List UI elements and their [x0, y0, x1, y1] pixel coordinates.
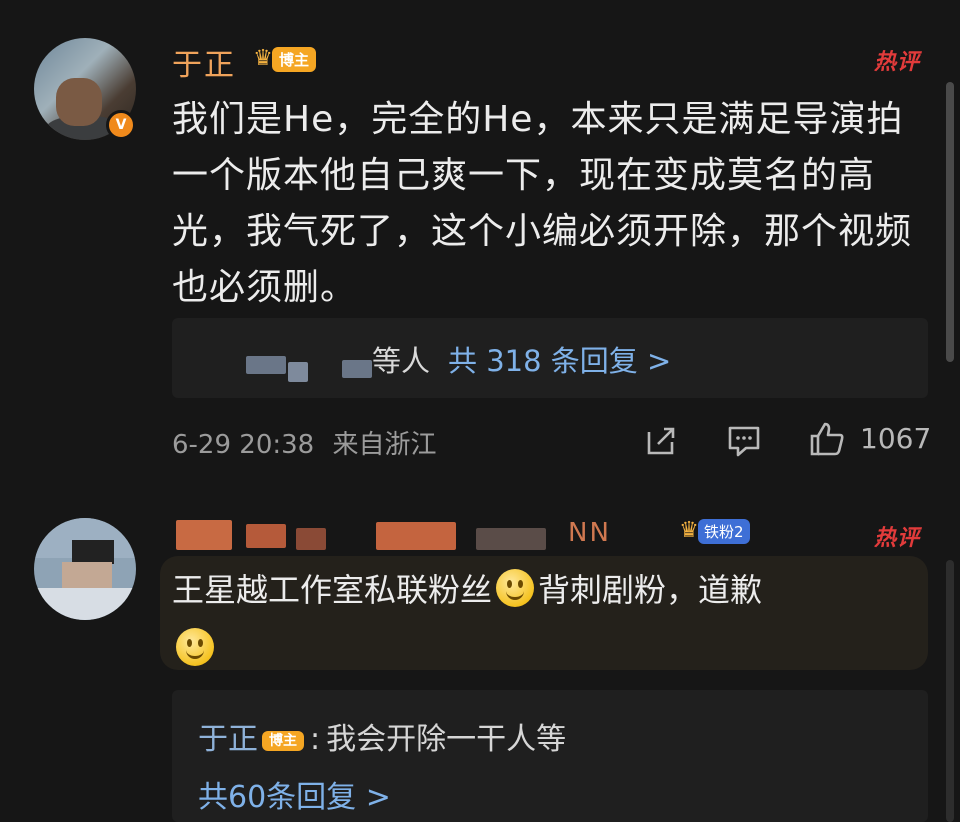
comment-meta: 6-29 20:38 来自浙江 [172, 424, 436, 461]
scrollbar[interactable] [946, 560, 954, 822]
share-icon[interactable] [644, 424, 678, 458]
blur-block [176, 520, 232, 550]
fan-badge: ♛ 铁粉2 [676, 518, 750, 544]
fan-badge-label: 铁粉2 [698, 518, 750, 544]
comment-text: 我们是He，完全的He，本来只是满足导演拍一个版本他自己爽一下，现在变成莫名的高… [172, 99, 913, 308]
sub-reply-separator: : [310, 722, 321, 757]
blur-block [296, 528, 326, 550]
comment-location: 来自浙江 [332, 430, 437, 460]
blurred-avatar [288, 362, 308, 382]
sub-reply[interactable]: 于正 博主: 我会开除一干人等 [198, 714, 566, 758]
blurred-avatar [246, 356, 286, 374]
like-count: 1067 [860, 422, 932, 455]
sub-reply-text: 我会开除一干人等 [326, 722, 567, 757]
comment-text: 王星越工作室私联粉丝 背刺剧粉，道歉 [172, 566, 912, 673]
comment-text-part: 王星越工作室私联粉丝 [172, 571, 493, 609]
avatar-face [56, 78, 102, 126]
view-replies-link[interactable]: 共 318 条回复 > [448, 344, 671, 378]
blogger-badge: ♛ 博主 [250, 44, 317, 74]
comment-text-part: 背刺剧粉，道歉 [538, 571, 763, 609]
blur-block [246, 524, 286, 548]
scrollbar[interactable] [946, 82, 954, 362]
comment-icon[interactable] [726, 424, 762, 458]
reply-summary[interactable]: 等人共 318 条回复 > [372, 338, 671, 380]
smile-emoji-icon [496, 569, 535, 607]
hot-comment-label: 热评 [873, 526, 920, 551]
blur-block [376, 522, 456, 550]
comment-author-name[interactable]: 于正 [172, 40, 236, 84]
verified-icon: V [106, 110, 136, 140]
author-name-fragment: NN [568, 518, 611, 548]
reply-prefix: 等人 [372, 344, 431, 378]
avatar-blur-block [34, 588, 136, 620]
comment-time: 6-29 20:38 [172, 430, 315, 460]
blurred-author-name[interactable]: NN [176, 514, 666, 554]
avatar[interactable] [34, 518, 136, 620]
view-replies-link[interactable]: 共60条回复 > [198, 772, 391, 816]
smile-emoji-icon [176, 628, 214, 666]
hot-comment-label: 热评 [873, 50, 920, 75]
blurred-avatar [342, 360, 372, 378]
like-icon[interactable] [808, 420, 846, 458]
blogger-badge-label: 博主 [272, 46, 317, 72]
blur-block [476, 528, 546, 550]
sub-reply-author[interactable]: 于正 [198, 722, 258, 757]
avatar-blur-block [72, 540, 114, 564]
blogger-badge-label: 博主 [262, 731, 304, 751]
